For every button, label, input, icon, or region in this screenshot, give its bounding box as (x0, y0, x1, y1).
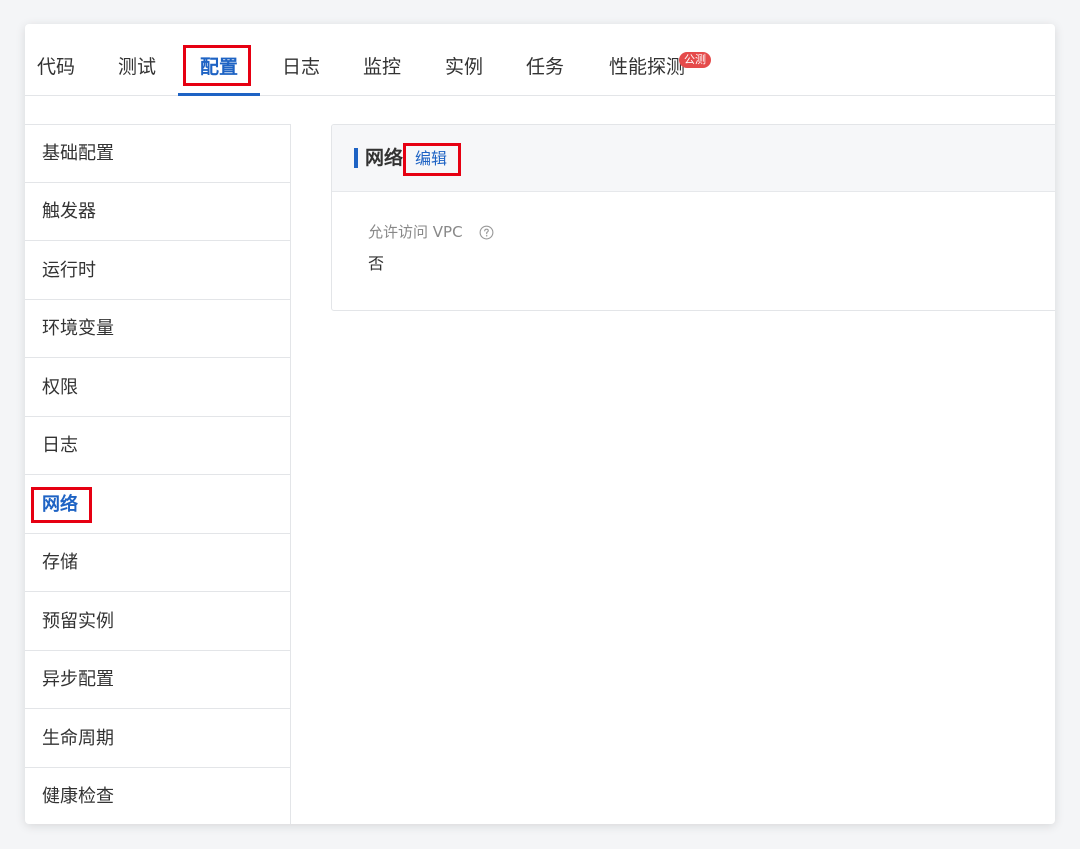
panel-header: 网络 编辑 (332, 125, 1055, 192)
sidebar-item-health-check[interactable]: 健康检查 (25, 768, 290, 824)
sidebar-item-reserved-instances[interactable]: 预留实例 (25, 593, 290, 651)
tab-logs[interactable]: 日志 (282, 50, 320, 86)
tab-monitor[interactable]: 监控 (363, 50, 401, 86)
config-sidebar: 基础配置 触发器 运行时 环境变量 权限 日志 网络 存储 预留实例 异步配置 … (25, 124, 291, 824)
sidebar-item-basic-config[interactable]: 基础配置 (25, 125, 290, 183)
tab-config[interactable]: 配置 (200, 50, 238, 86)
app-window: 代码 测试 配置 日志 监控 实例 任务 性能探测 公测 基础配置 触发器 运行… (25, 24, 1055, 824)
tab-tasks[interactable]: 任务 (526, 50, 564, 86)
allow-vpc-value: 否 (368, 254, 385, 273)
sidebar-item-env-vars[interactable]: 环境变量 (25, 300, 290, 358)
network-config-panel: 网络 编辑 允许访问 VPC 否 (331, 124, 1055, 311)
sidebar-item-permissions[interactable]: 权限 (25, 359, 290, 417)
tab-performance-probe[interactable]: 性能探测 (609, 50, 685, 86)
allow-vpc-label: 允许访问 VPC (368, 223, 463, 241)
sidebar-item-triggers[interactable]: 触发器 (25, 183, 290, 241)
sidebar-item-network[interactable]: 网络 (25, 476, 290, 534)
sidebar-item-async-config[interactable]: 异步配置 (25, 651, 290, 709)
panel-title-accent-bar (354, 148, 358, 168)
sidebar-item-lifecycle[interactable]: 生命周期 (25, 710, 290, 768)
tab-test[interactable]: 测试 (118, 50, 156, 86)
panel-title: 网络 (365, 147, 404, 169)
edit-button[interactable]: 编辑 (415, 147, 447, 171)
sidebar-item-logs[interactable]: 日志 (25, 417, 290, 475)
beta-badge: 公测 (679, 52, 711, 68)
sidebar-item-storage[interactable]: 存储 (25, 534, 290, 592)
active-tab-underline (178, 93, 260, 96)
sidebar-item-runtime[interactable]: 运行时 (25, 242, 290, 300)
tab-code[interactable]: 代码 (37, 50, 75, 86)
tab-instances[interactable]: 实例 (445, 50, 483, 86)
top-tab-bar: 代码 测试 配置 日志 监控 实例 任务 性能探测 公测 (25, 24, 1055, 96)
question-circle-icon[interactable] (479, 225, 494, 240)
